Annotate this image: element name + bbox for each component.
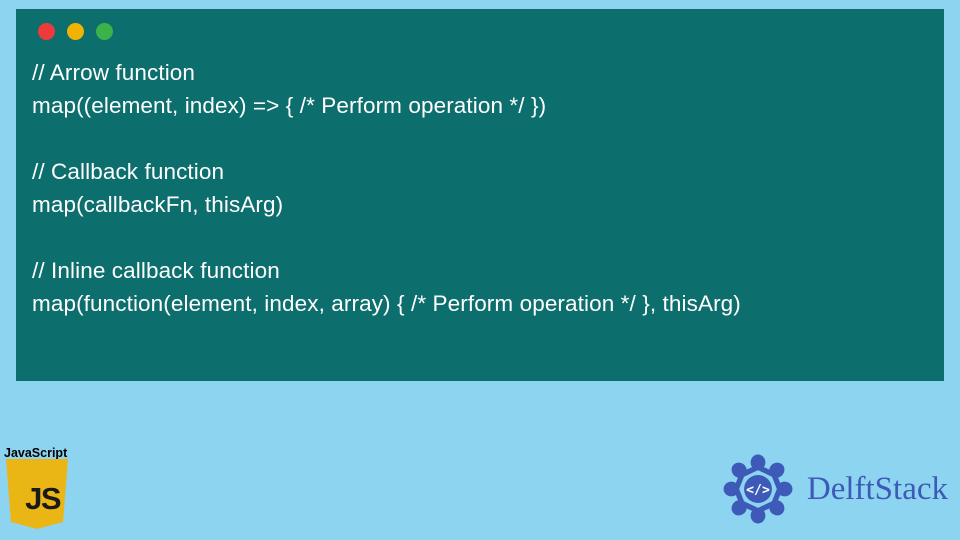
javascript-label: JavaScript (4, 446, 84, 460)
code-line: map(function(element, index, array) { /*… (32, 291, 741, 316)
delftstack-logo-icon: </> (717, 448, 799, 530)
code-line: map(callbackFn, thisArg) (32, 192, 283, 217)
close-icon (38, 23, 55, 40)
javascript-shield-icon (6, 459, 68, 529)
code-line: // Inline callback function (32, 258, 280, 283)
delftstack-brand: </> DelftStack (717, 448, 948, 530)
code-line: // Arrow function (32, 60, 195, 85)
javascript-badge: JavaScript (6, 446, 84, 529)
svg-text:</>: </> (746, 483, 770, 498)
code-block: // Arrow function map((element, index) =… (32, 56, 928, 320)
maximize-icon (96, 23, 113, 40)
code-line: map((element, index) => { /* Perform ope… (32, 93, 546, 118)
delftstack-name: DelftStack (807, 471, 948, 508)
code-panel: // Arrow function map((element, index) =… (16, 9, 944, 381)
window-traffic-lights (38, 23, 928, 40)
code-line: // Callback function (32, 159, 224, 184)
minimize-icon (67, 23, 84, 40)
